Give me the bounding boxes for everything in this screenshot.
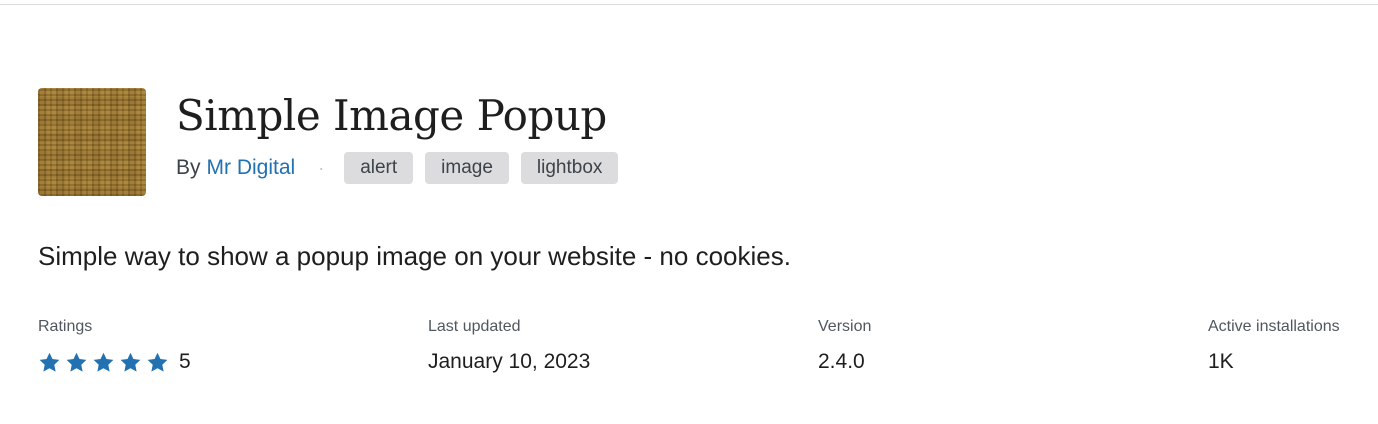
separator-dot: · bbox=[318, 157, 325, 178]
ratings-label: Ratings bbox=[38, 318, 93, 335]
plugin-title: Simple Image Popup bbox=[176, 91, 607, 140]
active-installations-value: 1K bbox=[1208, 350, 1234, 373]
ratings-value: 5 bbox=[38, 348, 191, 376]
plugin-description: Simple way to show a popup image on your… bbox=[38, 241, 791, 271]
rating-number: 5 bbox=[179, 350, 191, 373]
meta-ratings: Ratings 5 bbox=[38, 316, 191, 376]
top-divider bbox=[0, 4, 1378, 5]
plugin-icon bbox=[38, 88, 146, 196]
version-label: Version bbox=[818, 318, 872, 335]
tag-image[interactable]: image bbox=[425, 152, 509, 184]
tag-lightbox[interactable]: lightbox bbox=[520, 152, 619, 184]
meta-last-updated: Last updated January 10, 2023 bbox=[428, 316, 590, 376]
version-value: 2.4.0 bbox=[818, 350, 865, 373]
star-icon bbox=[119, 351, 142, 374]
last-updated-label: Last updated bbox=[428, 318, 521, 335]
star-icon bbox=[38, 351, 61, 374]
by-label: By bbox=[176, 156, 201, 179]
meta-active-installations: Active installations 1K bbox=[1208, 316, 1340, 376]
last-updated-value: January 10, 2023 bbox=[428, 350, 591, 373]
star-icon bbox=[92, 351, 115, 374]
meta-version: Version 2.4.0 bbox=[818, 316, 871, 376]
author-link[interactable]: Mr Digital bbox=[207, 156, 296, 180]
tag-alert[interactable]: alert bbox=[344, 152, 414, 184]
active-installations-label: Active installations bbox=[1208, 318, 1340, 335]
star-icon bbox=[65, 351, 88, 374]
plugin-byline: By Mr Digital · alert image lightbox bbox=[176, 152, 630, 184]
star-rating bbox=[38, 351, 173, 374]
star-icon bbox=[146, 351, 169, 374]
